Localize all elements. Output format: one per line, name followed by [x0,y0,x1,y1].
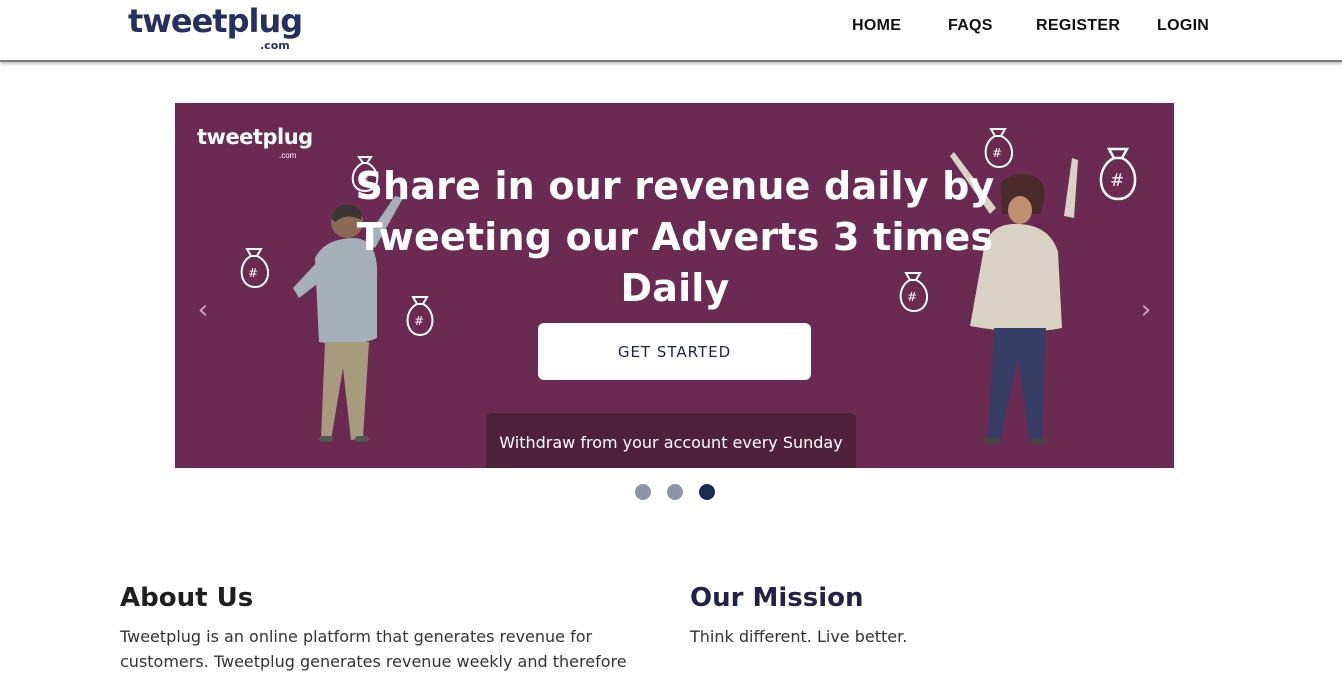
about-us-heading: About Us [120,583,254,613]
our-mission-text: Think different. Live better. [690,627,908,646]
money-bag-icon: # [240,248,269,289]
banner-logo-domain: .com [279,151,297,160]
our-mission-heading: Our Mission [690,583,864,613]
chevron-left-icon[interactable]: ‹ [191,297,215,323]
chevron-right-icon[interactable]: › [1134,297,1158,323]
money-bag-icon: # [1099,147,1137,201]
nav-faqs-link[interactable]: FAQS [948,17,993,35]
carousel-indicators [635,484,725,500]
nav-home-link[interactable]: HOME [852,17,901,35]
hero-headline: Share in our revenue daily by Tweeting o… [355,164,995,310]
main-nav: HOME FAQS REGISTER LOGIN [0,17,1342,37]
site-header: tweetplug .com HOME FAQS REGISTER LOGIN [0,0,1342,62]
about-us-text: Tweetplug is an online platform that gen… [120,627,627,671]
carousel-dot-1[interactable] [635,484,651,500]
svg-text:#: # [414,314,424,328]
carousel-caption: Withdraw from your account every Sunday [486,413,856,468]
hero-carousel: tweetplug .com # # # # # # Share in our … [175,103,1174,468]
logo-domain: .com [260,39,290,52]
svg-text:#: # [1110,171,1124,191]
banner-logo: tweetplug .com [197,125,317,165]
svg-text:#: # [248,266,258,280]
banner-logo-wordmark: tweetplug [197,125,313,149]
carousel-dot-3[interactable] [699,484,715,500]
get-started-button[interactable]: GET STARTED [538,323,811,380]
nav-login-link[interactable]: LOGIN [1157,17,1209,35]
carousel-dot-2[interactable] [667,484,683,500]
nav-register-link[interactable]: REGISTER [1036,17,1120,35]
